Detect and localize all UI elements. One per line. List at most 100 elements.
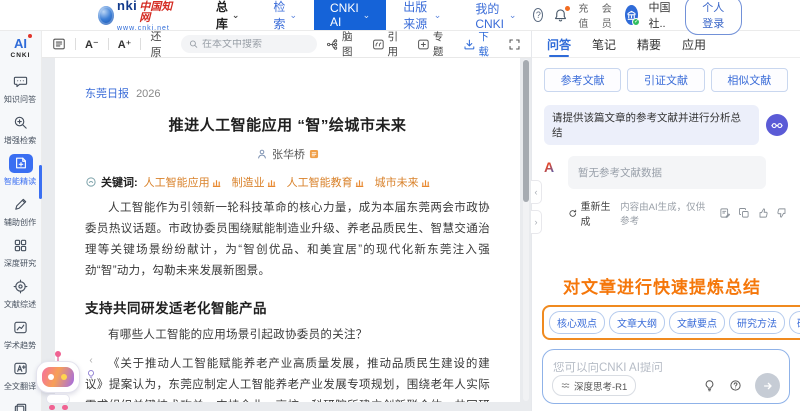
notification-badge xyxy=(565,6,570,11)
save-to-note-icon[interactable] xyxy=(719,207,731,219)
stacked-folders-icon xyxy=(9,400,33,411)
nav-cnki-ai[interactable]: CNKI AI ⌄ xyxy=(314,0,386,30)
chip-article-outline[interactable]: 文章大纲 xyxy=(609,311,665,334)
ask-input-box: 深度思考-R1 xyxy=(542,349,790,404)
mindmap-button[interactable]: 脑图 xyxy=(326,29,362,59)
ai-message-row: A 暂无参考文献数据 xyxy=(544,156,788,189)
help-icon[interactable]: ? xyxy=(533,8,543,22)
restore-button[interactable]: 还原 xyxy=(150,28,172,60)
topic-button[interactable]: 专题 xyxy=(417,29,453,59)
sidebar-item-smart-reading[interactable]: 智能精读 xyxy=(1,154,41,187)
personal-login-button[interactable]: 个人登录 xyxy=(685,0,742,35)
cnki-globe-icon xyxy=(98,6,114,25)
thumbs-down-icon[interactable] xyxy=(776,207,788,219)
document-viewport: 东莞日报 2026 推进人工智能应用 “智”绘城市未来 张华桥 关键词: 人工智… xyxy=(42,58,531,411)
quick-chips-area: 核心观点 文章大纲 文献要点 研究方法 研究结论 ⌄ xyxy=(542,305,790,340)
collapse-left-icon[interactable]: ‹ xyxy=(89,356,92,366)
quote-icon xyxy=(372,38,385,51)
sidebar-item-knowledge-qa[interactable]: 知识问答 xyxy=(1,72,41,105)
cnki-logo[interactable]: nki 中国知网 www.cnki.net xyxy=(98,0,173,32)
bar-chart-icon xyxy=(421,178,430,187)
author-detail-icon[interactable] xyxy=(309,149,319,159)
quick-summary-title: 对文章进行快速提炼总结 xyxy=(542,273,790,298)
logo-chinese: 中国知网 xyxy=(139,2,173,24)
bar-chart-icon xyxy=(267,178,276,187)
source-journal-link[interactable]: 东莞日报 xyxy=(85,88,129,100)
similar-docs-button[interactable]: 相似文献 xyxy=(711,68,788,92)
sidebar-item-enhanced-search[interactable]: 增强检索 xyxy=(1,113,41,146)
document-column: A⁻ A⁺ 还原 脑图 引用 专题 下载 xyxy=(42,31,531,411)
thumbs-up-icon[interactable] xyxy=(757,207,769,219)
fullscreen-icon[interactable] xyxy=(508,38,521,51)
document-page: 东莞日报 2026 推进人工智能应用 “智”绘城市未来 张华桥 关键词: 人工智… xyxy=(55,58,520,402)
keywords-row: 关键词: 人工智能应用 制造业 人工智能教育 城市未来 xyxy=(85,174,490,190)
document-author-row: 张华桥 xyxy=(85,146,490,162)
chip-core-views[interactable]: 核心观点 xyxy=(549,311,605,334)
notification-bell-icon[interactable] xyxy=(553,8,568,23)
org-name[interactable]: 中国社.. xyxy=(648,0,674,31)
keyword-link[interactable]: 人工智能教育 xyxy=(287,174,364,190)
download-icon xyxy=(463,38,476,51)
top-navbar: nki 中国知网 www.cnki.net 总库 ⌄ 检索 ⌄ CNKI AI … xyxy=(0,0,800,31)
chip-doc-points[interactable]: 文献要点 xyxy=(669,311,725,334)
cite-button[interactable]: 引用 xyxy=(372,29,408,59)
in-document-search[interactable] xyxy=(181,35,317,53)
chip-research-conclusion[interactable]: 研究结论 xyxy=(789,311,800,334)
panel-collapse-right-handle[interactable]: › xyxy=(531,210,542,234)
caret-down-icon: ⌄ xyxy=(363,11,371,20)
model-selector[interactable]: 深度思考-R1 xyxy=(552,375,636,396)
outline-list-icon[interactable] xyxy=(52,37,66,51)
panel-collapse-left-handle[interactable]: ‹ xyxy=(531,180,542,204)
paragraph: 《关于推动人工智能赋能养老产业高质量发展，推动品质民生建设的建议》提案认为，东莞… xyxy=(85,354,490,402)
nav-zongku[interactable]: 总库 ⌄ xyxy=(199,0,257,30)
citations-button[interactable]: 引证文献 xyxy=(627,68,704,92)
nav-search[interactable]: 检索 ⌄ xyxy=(256,0,314,30)
keywords-lead-icon xyxy=(85,176,97,188)
tip-bulb-icon[interactable] xyxy=(86,369,96,379)
copy-icon[interactable] xyxy=(738,207,750,219)
sidebar-item-literature-review[interactable]: 文献综述 xyxy=(1,277,41,310)
lightbulb-icon[interactable] xyxy=(703,379,716,392)
divider xyxy=(75,38,76,50)
verified-check-icon: ✓ xyxy=(632,18,640,26)
font-increase-button[interactable]: A⁺ xyxy=(118,38,132,51)
org-avatar[interactable]: ✓ xyxy=(625,5,638,25)
pen-icon xyxy=(9,195,33,214)
quick-chips-box: 核心观点 文章大纲 文献要点 研究方法 研究结论 xyxy=(542,305,800,340)
keyword-link[interactable]: 制造业 xyxy=(232,174,276,190)
mindmap-icon xyxy=(326,38,339,51)
keyword-link[interactable]: 城市未来 xyxy=(375,174,430,190)
ai-robot-mascot[interactable] xyxy=(33,355,85,411)
recharge-link[interactable]: 充值 xyxy=(578,0,591,30)
doc-scrollbar-thumb[interactable] xyxy=(523,60,529,202)
help-circle-icon[interactable] xyxy=(729,379,742,392)
ai-disclaimer: 内容由AI生成，仅供参考 xyxy=(620,199,711,227)
font-decrease-button[interactable]: A⁻ xyxy=(85,38,99,51)
robot-head xyxy=(36,361,80,393)
nav-my-cnki[interactable]: 我的CNKI ⌄ xyxy=(458,0,533,30)
user-message-bubble: 请提供该篇文章的参考文献并进行分析总结 xyxy=(544,105,759,145)
chip-research-method[interactable]: 研究方法 xyxy=(729,311,785,334)
references-button[interactable]: 参考文献 xyxy=(544,68,621,92)
user-message-row: 请提供该篇文章的参考文献并进行分析总结 xyxy=(544,105,788,145)
sidebar-item-academic-trends[interactable]: 学术趋势 xyxy=(1,318,41,351)
cnki-ai-avatar: A xyxy=(544,159,561,176)
logo-red-dot xyxy=(28,34,32,38)
regenerate-button[interactable]: 重新生成 xyxy=(568,198,615,228)
sidebar-item-writing-assist[interactable]: 辅助创作 xyxy=(1,195,41,228)
magnifier-plus-icon xyxy=(9,113,33,132)
ai-message-bubble: 暂无参考文献数据 xyxy=(568,156,766,189)
person-icon xyxy=(256,148,268,160)
caret-down-icon: ⌄ xyxy=(232,11,240,20)
doc-search-input[interactable] xyxy=(202,39,309,50)
user-avatar xyxy=(766,114,788,136)
sidebar-drag-handle[interactable] xyxy=(39,165,42,199)
nav-publish-source[interactable]: 出版来源 ⌄ xyxy=(386,0,458,30)
divider xyxy=(108,38,109,50)
send-button[interactable] xyxy=(755,373,780,398)
sidebar-item-deep-research[interactable]: 深度研究 xyxy=(1,236,41,269)
member-link[interactable]: 会员 xyxy=(602,0,615,30)
keyword-link[interactable]: 人工智能应用 xyxy=(144,174,221,190)
download-button[interactable]: 下载 xyxy=(463,29,499,59)
author-name[interactable]: 张华桥 xyxy=(272,146,305,162)
